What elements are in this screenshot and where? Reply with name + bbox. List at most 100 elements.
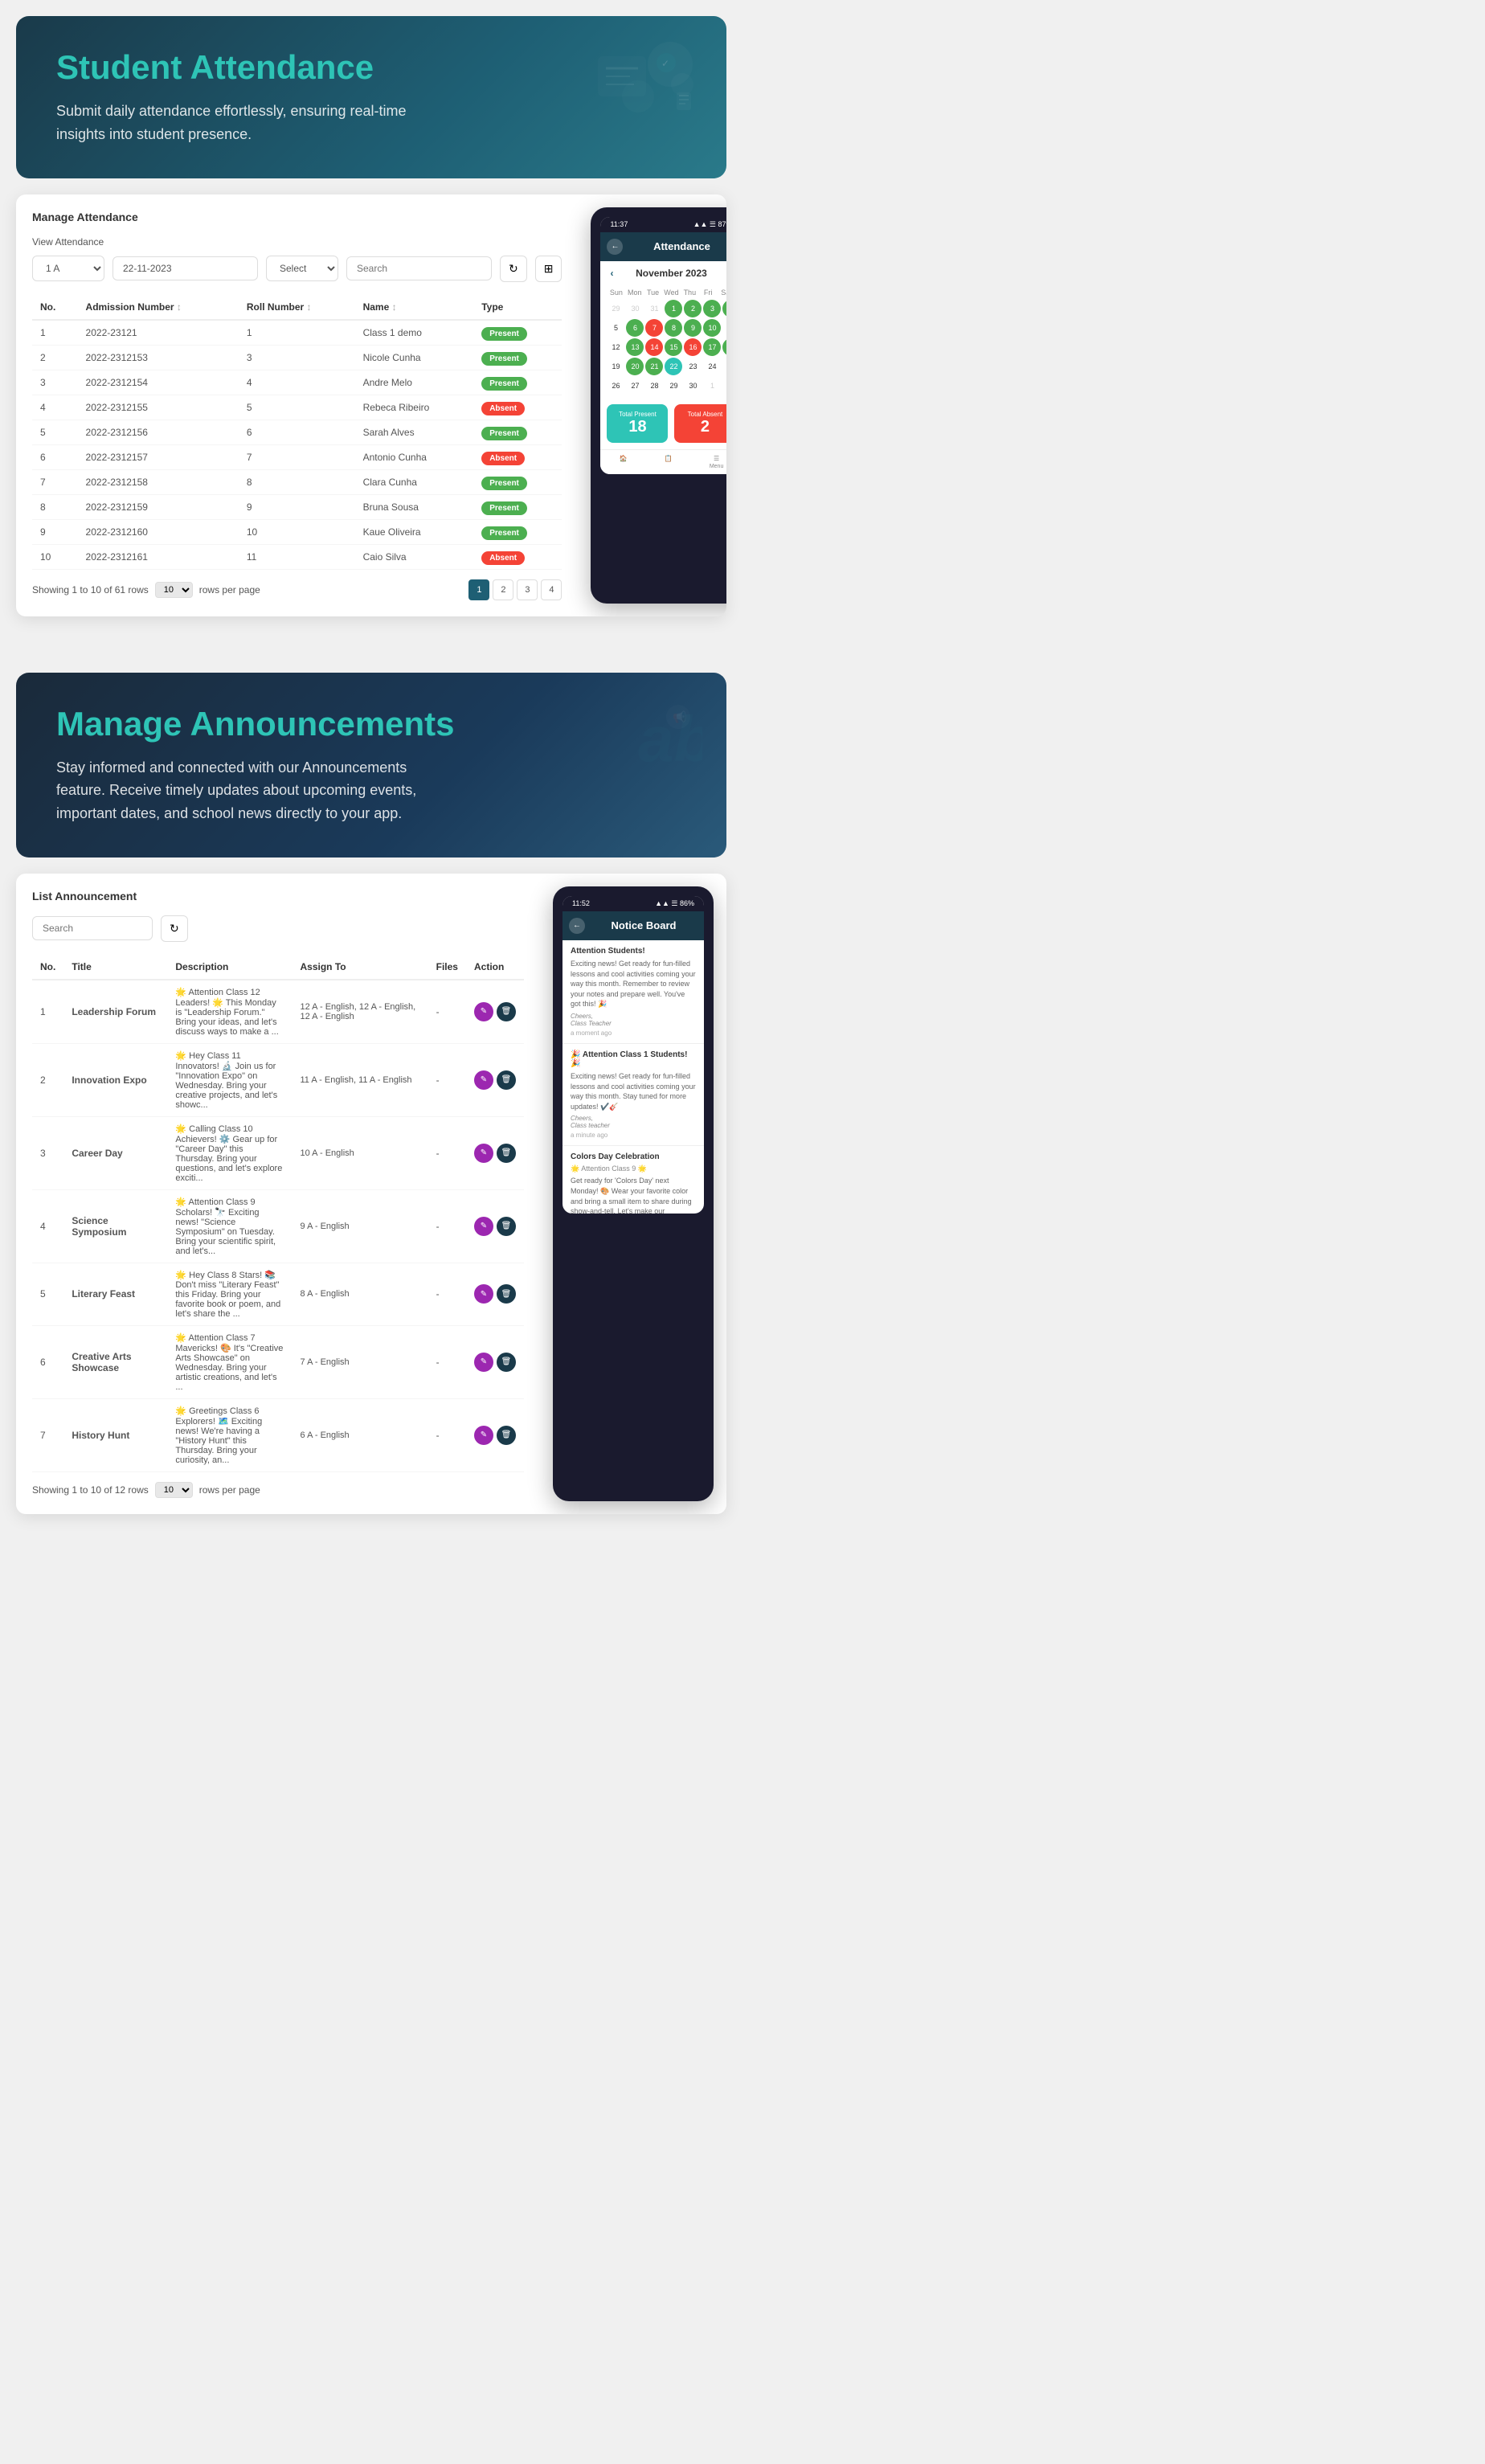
ann-phone-back-btn[interactable]: ← — [569, 918, 585, 934]
col-type: Type — [473, 295, 562, 320]
announcements-search-input[interactable] — [32, 916, 153, 940]
cell-type: Present — [473, 420, 562, 444]
announcement-table-row: 1 Leadership Forum 🌟 Attention Class 12 … — [32, 980, 524, 1044]
announcements-hero-subtitle: Stay informed and connected with our Ann… — [56, 756, 458, 825]
cal-day: 7 — [645, 319, 663, 337]
edit-button[interactable]: ✎ — [474, 1426, 493, 1445]
pagination-row: Showing 1 to 10 of 61 rows 10 rows per p… — [32, 579, 562, 600]
cal-day: 30 — [684, 377, 702, 395]
ann-cell-title: Career Day — [63, 1116, 167, 1189]
edit-button[interactable]: ✎ — [474, 1353, 493, 1372]
cell-name: Rebeca Ribeiro — [355, 395, 474, 420]
page-1-btn[interactable]: 1 — [468, 579, 489, 600]
nav-menu[interactable]: ☰ Menu — [710, 455, 724, 469]
page-2-btn[interactable]: 2 — [493, 579, 513, 600]
cell-admission: 2022-2312156 — [78, 420, 239, 444]
cal-prev-btn[interactable]: ‹ — [610, 268, 613, 279]
attendance-title-highlight: Attendance — [190, 48, 374, 86]
ann-cell-no: 6 — [32, 1325, 63, 1398]
ann-cell-no: 5 — [32, 1263, 63, 1325]
announcement-table-row: 2 Innovation Expo 🌟 Hey Class 11 Innovat… — [32, 1043, 524, 1116]
delete-button[interactable]: 🗑 — [497, 1144, 516, 1163]
announcements-refresh-button[interactable]: ↻ — [161, 915, 188, 942]
rows-per-page-select[interactable]: 10 — [155, 582, 193, 598]
announcements-filter-row: ↻ — [32, 915, 524, 942]
delete-button[interactable]: 🗑 — [497, 1070, 516, 1090]
delete-button[interactable]: 🗑 — [497, 1426, 516, 1445]
cell-no: 5 — [32, 420, 78, 444]
page-4-btn[interactable]: 4 — [541, 579, 562, 600]
cell-admission: 2022-23121 — [78, 320, 239, 346]
view-attendance-label: View Attendance — [32, 236, 562, 248]
page-3-btn[interactable]: 3 — [517, 579, 538, 600]
cal-day: 14 — [645, 338, 663, 356]
cell-roll: 7 — [239, 444, 355, 469]
cell-name: Caio Silva — [355, 544, 474, 569]
grid-view-button[interactable]: ⊞ — [535, 256, 562, 282]
cal-day: 5 — [607, 319, 624, 337]
cell-roll: 5 — [239, 395, 355, 420]
ann-rows-per-page-select[interactable]: 10 — [155, 1482, 193, 1498]
cal-day: 19 — [607, 358, 624, 375]
type-filter-select[interactable]: Select — [266, 256, 338, 281]
ann-cell-title: Science Symposium — [63, 1189, 167, 1263]
edit-button[interactable]: ✎ — [474, 1144, 493, 1163]
search-input[interactable] — [346, 256, 492, 280]
cell-no: 2 — [32, 345, 78, 370]
rows-label: rows per page — [199, 584, 260, 596]
ann-cell-assign: 12 A - English, 12 A - English, 12 A - E… — [292, 980, 428, 1044]
delete-button[interactable]: 🗑 — [497, 1217, 516, 1236]
total-absent-label: Total Absent — [681, 411, 726, 418]
announcements-table: No. Title Description Assign To Files Ac… — [32, 955, 524, 1472]
phone-header-title: Attendance — [628, 240, 726, 252]
ann-cell-files: - — [428, 1325, 466, 1398]
cal-day: 3 — [703, 300, 721, 317]
nav-attendance[interactable]: 📋 — [665, 455, 673, 469]
refresh-button[interactable]: ↻ — [500, 256, 527, 282]
edit-button[interactable]: ✎ — [474, 1002, 493, 1021]
announcements-deco: abc 📢 — [574, 697, 702, 797]
cell-type: Present — [473, 320, 562, 346]
nav-home[interactable]: 🏠 — [620, 455, 628, 469]
date-filter-input[interactable] — [112, 256, 258, 280]
announcements-dashboard: List Announcement ↻ No. Title Descriptio… — [16, 874, 726, 1514]
edit-button[interactable]: ✎ — [474, 1217, 493, 1236]
cell-no: 10 — [32, 544, 78, 569]
notice-item-2: 🎉 Attention Class 1 Students! 🎉 Exciting… — [562, 1044, 704, 1146]
ann-cell-action: ✎ 🗑 — [466, 1398, 524, 1471]
ann-phone-status-bar: 11:52 ▲▲ ☰ 86% — [562, 896, 704, 911]
ann-cell-description: 🌟 Attention Class 9 Scholars! 🔭 Exciting… — [167, 1189, 292, 1263]
absent-badge: Absent — [481, 452, 525, 465]
attendance-stats-row: Total Present 18 Total Absent 2 — [600, 398, 726, 449]
cell-roll: 4 — [239, 370, 355, 395]
cal-day: 20 — [626, 358, 644, 375]
cell-type: Absent — [473, 544, 562, 569]
notice-3-class: 🌟 Attention Class 9 🌟 — [571, 1164, 696, 1173]
edit-button[interactable]: ✎ — [474, 1284, 493, 1304]
class-filter-select[interactable]: 1 A — [32, 256, 104, 281]
ann-cell-description: 🌟 Attention Class 7 Mavericks! 🎨 It's "C… — [167, 1325, 292, 1398]
delete-button[interactable]: 🗑 — [497, 1284, 516, 1304]
cal-day: 8 — [665, 319, 682, 337]
attendance-dashboard: Manage Attendance View Attendance 1 A Se… — [16, 194, 726, 616]
cal-day: 12 — [607, 338, 624, 356]
attendance-table-section: Manage Attendance View Attendance 1 A Se… — [16, 194, 578, 616]
delete-button[interactable]: 🗑 — [497, 1353, 516, 1372]
announcements-phone-screen: 11:52 ▲▲ ☰ 86% ← Notice Board Attention … — [562, 896, 704, 1214]
cell-admission: 2022-2312153 — [78, 345, 239, 370]
delete-button[interactable]: 🗑 — [497, 1002, 516, 1021]
cell-no: 9 — [32, 519, 78, 544]
ann-cell-description: 🌟 Hey Class 8 Stars! 📚 Don't miss "Liter… — [167, 1263, 292, 1325]
phone-back-btn[interactable]: ← — [607, 239, 623, 255]
ann-phone-time: 11:52 — [572, 899, 590, 907]
ann-cell-action: ✎ 🗑 — [466, 1189, 524, 1263]
announcements-hero: Manage Announcements Stay informed and c… — [16, 673, 726, 857]
cal-day: 29 — [607, 300, 624, 317]
absent-badge: Absent — [481, 551, 525, 565]
phone-signal: ▲▲ ☰ 87% — [693, 220, 726, 229]
notice-list: Attention Students! Exciting news! Get r… — [562, 940, 704, 1214]
cal-day: 10 — [703, 319, 721, 337]
cell-admission: 2022-2312155 — [78, 395, 239, 420]
cell-admission: 2022-2312161 — [78, 544, 239, 569]
edit-button[interactable]: ✎ — [474, 1070, 493, 1090]
